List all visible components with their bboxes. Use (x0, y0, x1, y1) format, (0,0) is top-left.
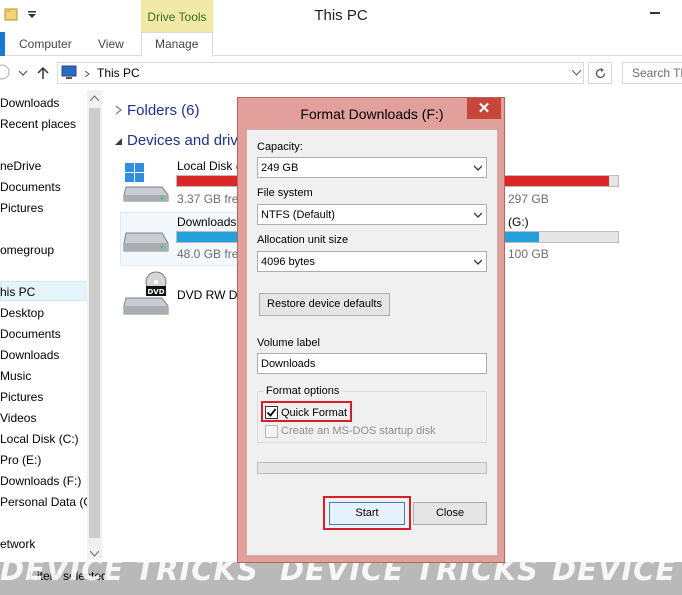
this-pc-icon (61, 65, 77, 79)
address-dropdown-icon[interactable] (572, 70, 581, 76)
drive-g-name[interactable]: (G:) (508, 215, 529, 229)
dialog-close-button[interactable]: ✕ (467, 98, 501, 119)
minimize-icon[interactable] (640, 0, 670, 24)
close-button[interactable]: Close (413, 502, 487, 525)
watermark-text-3: DEVICE (552, 553, 677, 587)
refresh-button[interactable] (588, 62, 612, 84)
window-title: This PC (314, 7, 368, 24)
format-options-label: Format options (264, 385, 342, 397)
nav-item-downloads[interactable]: Downloads (0, 96, 59, 110)
chevron-down-icon (474, 259, 482, 265)
back-icon[interactable] (0, 64, 10, 80)
format-dialog: Format Downloads (F:) ✕ Capacity: 249 GB… (237, 97, 505, 563)
capacity-label: Capacity: (257, 141, 303, 153)
volume-label-value: Downloads (261, 358, 316, 370)
dvd-drive-icon[interactable]: DVD (122, 270, 170, 318)
collapse-chevron-icon[interactable] (114, 137, 123, 146)
downloads-drive-icon[interactable] (122, 219, 170, 259)
allocation-label: Allocation unit size (257, 234, 349, 246)
up-arrow-icon[interactable] (36, 66, 50, 80)
watermark-text: DEVICE TRICKS (0, 553, 259, 587)
drive-f-name[interactable]: Downloads (177, 215, 236, 229)
drive-c-free: 3.37 GB free (177, 192, 246, 206)
recent-locations-icon[interactable] (18, 69, 28, 77)
scroll-up-icon[interactable] (90, 95, 99, 101)
nav-item-onedrive[interactable]: neDrive (0, 159, 41, 173)
filesystem-value: NTFS (Default) (261, 209, 335, 221)
volume-label-caption: Volume label (257, 337, 320, 349)
filesystem-select[interactable]: NTFS (Default) (257, 204, 487, 225)
tab-view[interactable]: View (98, 37, 124, 51)
nav-item-documents[interactable]: Documents (0, 327, 61, 341)
tab-computer[interactable]: Computer (19, 37, 72, 51)
drive-g-total: 100 GB (508, 247, 549, 261)
folders-header[interactable]: Folders (6) (127, 102, 200, 119)
nav-item-music[interactable]: Music (0, 369, 31, 383)
svg-text:DVD: DVD (147, 288, 164, 296)
file-tab[interactable] (0, 32, 5, 56)
dialog-title: Format Downloads (F:) (300, 106, 444, 122)
capacity-select[interactable]: 249 GB (257, 157, 487, 178)
refresh-icon (595, 68, 606, 79)
nav-item-recent-places[interactable]: Recent places (0, 117, 76, 131)
restore-defaults-button[interactable]: Restore device defaults (259, 293, 390, 316)
capacity-value: 249 GB (261, 162, 299, 174)
nav-item-personal-data-g[interactable]: Personal Data (G (0, 495, 93, 509)
devices-header[interactable]: Devices and drive (127, 132, 246, 149)
nav-item-videos[interactable]: Videos (0, 411, 36, 425)
nav-item-network[interactable]: etwork (0, 537, 35, 551)
nav-item-downloads-folder[interactable]: Downloads (0, 348, 59, 362)
dialog-body: Capacity: 249 GB File system NTFS (Defau… (246, 129, 498, 556)
format-progress-bar (257, 462, 487, 474)
allocation-select[interactable]: 4096 bytes (257, 251, 487, 272)
filesystem-label: File system (257, 187, 313, 199)
nav-item-pro-e[interactable]: Pro (E:) (0, 453, 41, 467)
nav-scrollbar-thumb[interactable] (89, 108, 100, 538)
drive-f-free: 48.0 GB free (177, 247, 246, 261)
title-bar: Drive Tools This PC (0, 0, 682, 32)
drive-c-total: 297 GB (508, 192, 549, 206)
start-button[interactable]: Start (329, 502, 405, 525)
close-icon: ✕ (477, 100, 491, 117)
nav-item-downloads-f[interactable]: Downloads (F:) (0, 474, 81, 488)
nav-item-homegroup[interactable]: omegroup (0, 243, 54, 257)
breadcrumb-chevron-icon[interactable] (84, 71, 90, 77)
nav-item-onedrive-documents[interactable]: Documents (0, 180, 61, 194)
nav-item-local-disk-c[interactable]: Local Disk (C:) (0, 432, 79, 446)
msdos-checkbox[interactable] (265, 425, 278, 438)
tab-manage[interactable]: Manage (155, 37, 198, 51)
chevron-down-icon (474, 165, 482, 171)
dvd-drive-name[interactable]: DVD RW Dri (177, 288, 244, 302)
quick-format-highlight (261, 401, 352, 422)
drive-c-name[interactable]: Local Disk ( (177, 159, 240, 173)
address-path: This PC (97, 66, 140, 80)
nav-item-this-pc[interactable]: his PC (0, 285, 35, 299)
local-disk-drive-icon[interactable] (122, 159, 170, 203)
volume-label-input[interactable]: Downloads (257, 353, 487, 374)
msdos-label: Create an MS-DOS startup disk (281, 425, 436, 437)
nav-item-desktop[interactable]: Desktop (0, 306, 44, 320)
search-placeholder: Search Th (632, 66, 682, 80)
nav-item-pictures[interactable]: Pictures (0, 390, 43, 404)
chevron-down-icon (474, 212, 482, 218)
nav-item-onedrive-pictures[interactable]: Pictures (0, 201, 43, 215)
expand-chevron-icon[interactable] (115, 105, 123, 115)
allocation-value: 4096 bytes (261, 256, 315, 268)
